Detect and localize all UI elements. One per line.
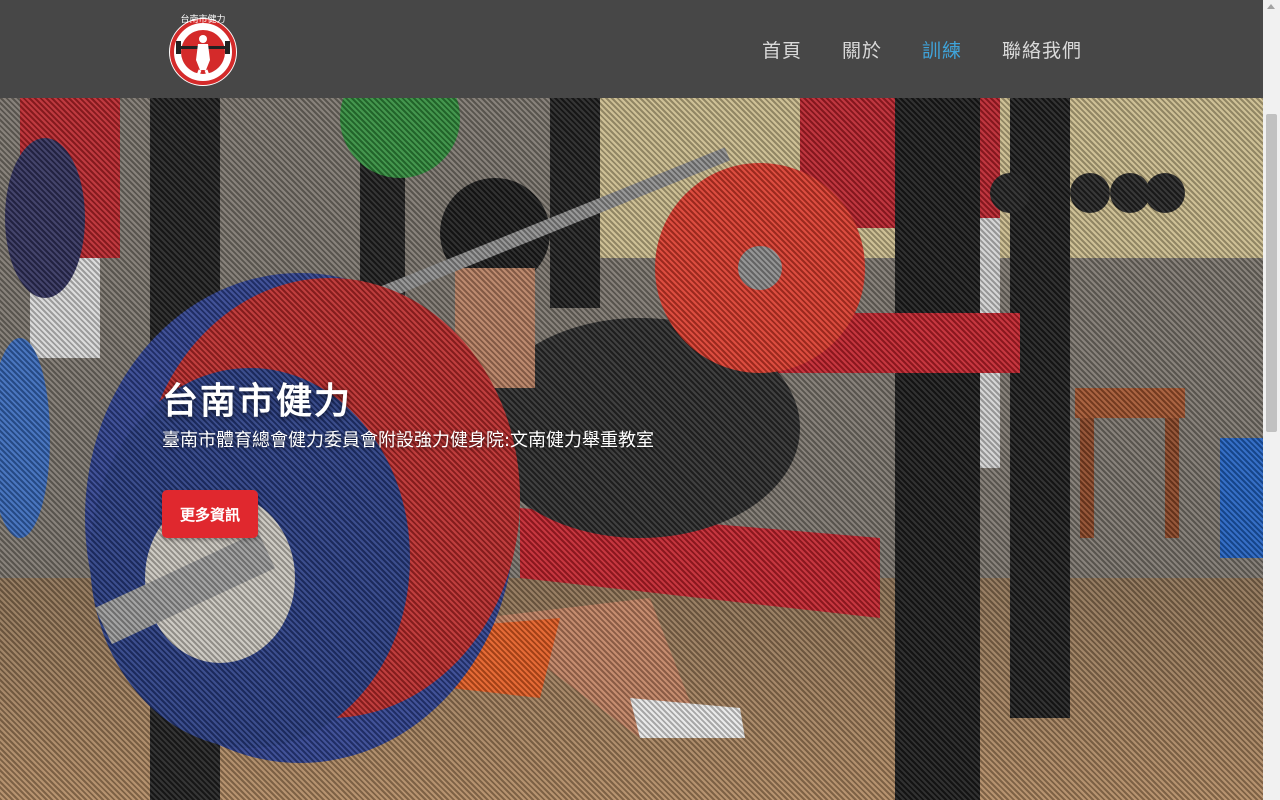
scroll-up-icon[interactable] bbox=[1267, 4, 1275, 9]
hero-title: 台南市健力 bbox=[162, 381, 353, 422]
hero-subtitle: 臺南市體育總會健力委員會附設強力健身院:文南健力舉重教室 bbox=[162, 430, 655, 451]
page-scrollbar[interactable] bbox=[1263, 0, 1280, 800]
logo-top-text: 台南市健力 bbox=[180, 13, 225, 25]
scrollbar-thumb[interactable] bbox=[1266, 114, 1277, 432]
nav-contact[interactable]: 聯絡我們 bbox=[1002, 36, 1082, 63]
more-info-button[interactable]: 更多資訊 bbox=[162, 490, 258, 538]
nav-training[interactable]: 訓練 bbox=[922, 36, 962, 63]
nav-about[interactable]: 關於 bbox=[842, 36, 882, 63]
main-nav: 首頁 關於 訓練 聯絡我們 bbox=[762, 36, 1122, 63]
hero-section: 台南市健力 臺南市體育總會健力委員會附設強力健身院:文南健力舉重教室 更多資訊 bbox=[0, 98, 1263, 800]
page: 台南市健力 首頁 關於 訓練 聯絡我們 台南市健力 臺南市體育總會健力委員會附設… bbox=[0, 0, 1280, 800]
club-logo[interactable]: 台南市健力 bbox=[166, 12, 240, 88]
nav-home[interactable]: 首頁 bbox=[762, 36, 802, 63]
navbar: 台南市健力 首頁 關於 訓練 聯絡我們 bbox=[0, 0, 1263, 98]
